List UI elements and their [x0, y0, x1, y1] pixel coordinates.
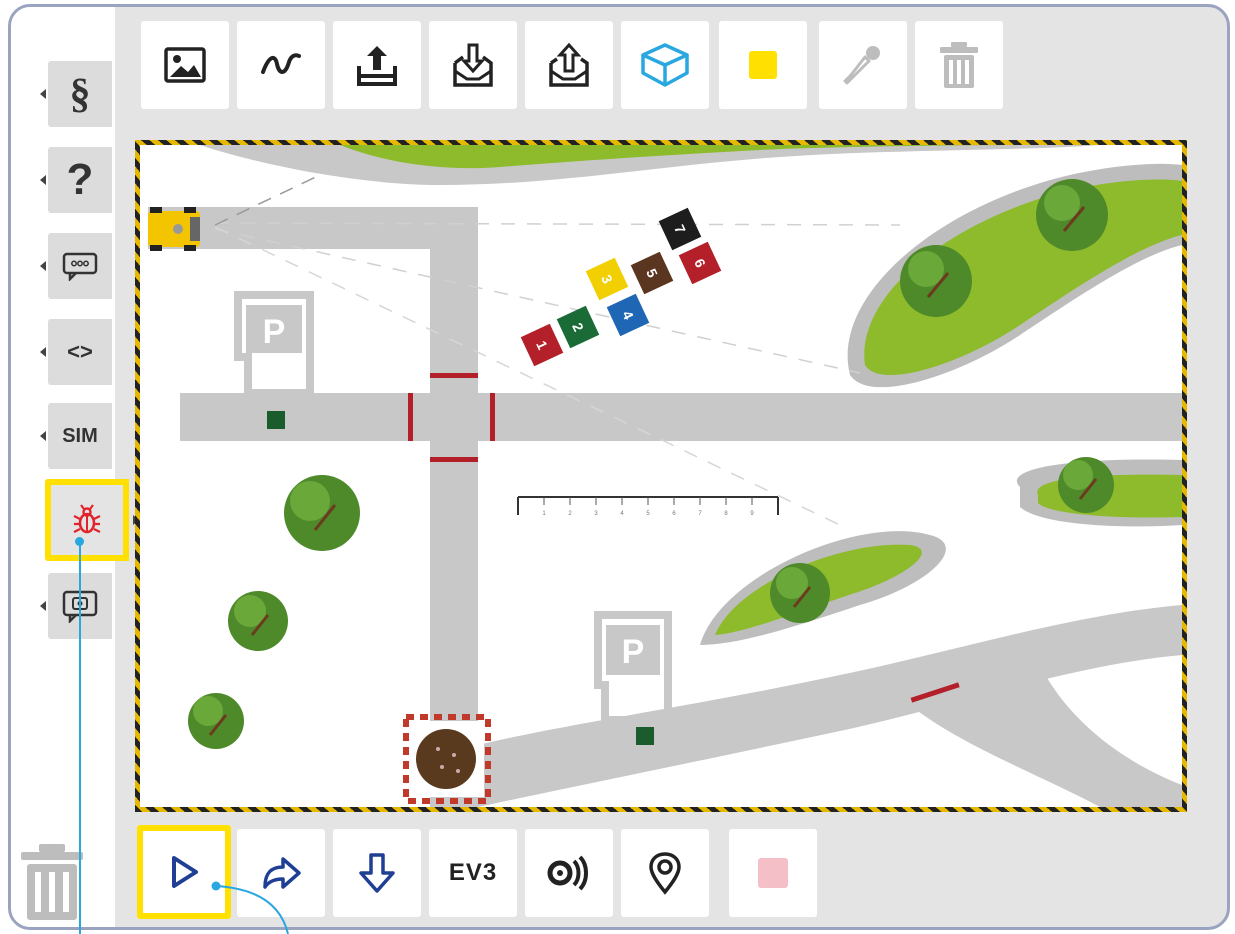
scene: P P 1 2 3 4 5 6 7 8 9 1 2 3 4 5 6 7 [148, 145, 1182, 807]
3d-view-button[interactable] [621, 21, 709, 109]
tab-message[interactable] [40, 233, 112, 299]
play-icon [172, 856, 198, 888]
tree [284, 475, 360, 551]
import-image-button[interactable] [141, 21, 229, 109]
cube-icon [641, 43, 689, 87]
sim-label: SIM [62, 424, 98, 447]
svg-text:7: 7 [698, 511, 702, 517]
svg-text:P: P [263, 313, 286, 351]
trash-icon [940, 42, 978, 88]
upload-icon [357, 46, 397, 86]
collapse-arrow-icon [40, 601, 46, 611]
tab-sim[interactable]: SIM [40, 403, 112, 469]
collapse-arrow-icon [40, 431, 46, 441]
speech-bubble-icon [62, 252, 98, 281]
location-button[interactable] [621, 829, 709, 917]
download-icon [359, 853, 395, 893]
svg-text:3: 3 [594, 511, 598, 517]
color-square-icon [749, 51, 777, 79]
svg-text:5: 5 [646, 511, 650, 517]
tree [188, 693, 244, 749]
color-tiles: 1 2 3 4 5 6 7 [520, 207, 722, 367]
code-icon: <> [67, 339, 93, 364]
tab-paragraph[interactable]: § [40, 61, 112, 127]
draw-path-button[interactable] [237, 21, 325, 109]
import-icon [453, 43, 493, 87]
callout-line-run [211, 881, 289, 934]
tree [770, 563, 830, 623]
eyedropper-button[interactable] [819, 21, 907, 109]
collapse-arrow-icon [40, 347, 46, 357]
clear-button[interactable] [915, 21, 1003, 109]
collapse-arrow-icon [40, 261, 46, 271]
bug-icon [73, 504, 101, 534]
svg-text:P: P [622, 633, 645, 671]
export-button[interactable] [525, 21, 613, 109]
paragraph-icon: § [69, 71, 91, 117]
svg-text:1: 1 [542, 511, 546, 517]
upload-button[interactable] [333, 21, 421, 109]
tab-debug[interactable] [45, 479, 139, 561]
svg-text:4: 4 [620, 511, 624, 517]
download-button[interactable] [333, 829, 421, 917]
eyedropper-icon [843, 46, 880, 85]
export-icon [549, 42, 589, 87]
stop-button[interactable] [729, 829, 817, 917]
import-button[interactable] [429, 21, 517, 109]
callout-dot-debug [75, 537, 84, 546]
sidebar: § ? <> SIM [11, 7, 139, 927]
ruler: 1 2 3 4 5 6 7 8 9 [517, 496, 779, 517]
trash-bin-icon[interactable] [17, 842, 87, 927]
color-button[interactable] [719, 21, 807, 109]
tree [228, 591, 288, 651]
stop-icon [758, 858, 788, 888]
image-icon [164, 47, 206, 83]
road-horizontal [180, 393, 1182, 441]
svg-text:8: 8 [724, 511, 728, 517]
svg-text:9: 9 [750, 511, 754, 517]
ev3-button[interactable]: EV3 [429, 829, 517, 917]
tab-help[interactable]: ? [40, 147, 112, 213]
collapse-arrow-icon [40, 89, 46, 99]
obstacle-manhole[interactable] [403, 714, 491, 804]
sound-icon [547, 855, 588, 891]
callout-line-debug [79, 541, 81, 934]
help-icon: ? [66, 155, 94, 204]
svg-text:6: 6 [672, 511, 676, 517]
app-frame: § ? <> SIM P P 1 2 3 4 5 6 7 8 9 1 2 3 4… [8, 4, 1230, 930]
tree [1058, 457, 1114, 513]
collapse-arrow-icon [40, 175, 46, 185]
location-pin-icon [649, 852, 681, 895]
svg-text:2: 2 [568, 511, 572, 517]
robot[interactable] [148, 207, 200, 251]
sound-button[interactable] [525, 829, 613, 917]
tab-code[interactable]: <> [40, 319, 112, 385]
tree [900, 245, 972, 317]
tree [1036, 179, 1108, 251]
curve-icon [261, 53, 301, 74]
ev3-icon: EV3 [448, 859, 498, 886]
simulation-canvas[interactable]: P P 1 2 3 4 5 6 7 8 9 1 2 3 4 5 6 7 [135, 140, 1187, 812]
